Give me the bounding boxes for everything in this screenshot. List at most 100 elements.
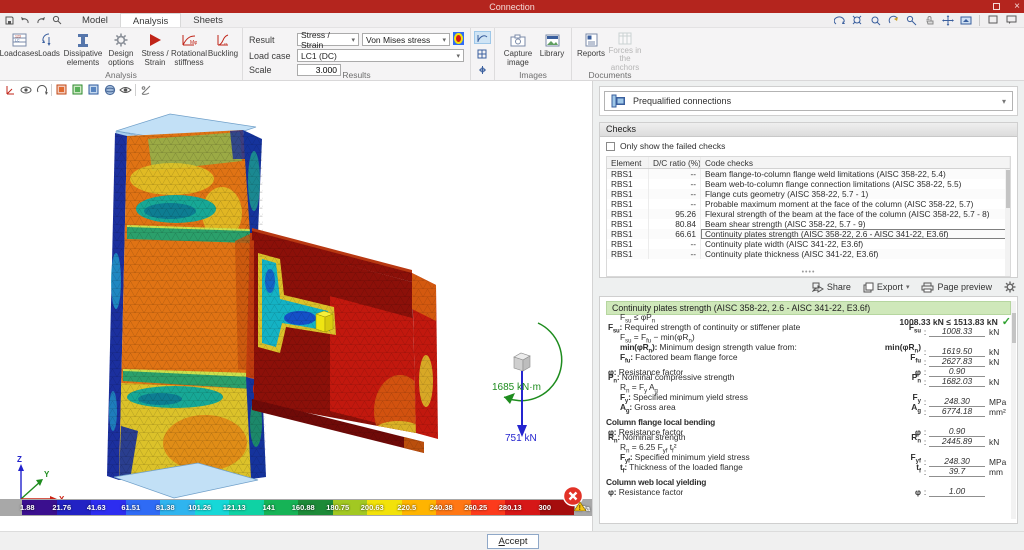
failed-checks-label: Only show the failed checks (620, 141, 725, 151)
checks-table: Element D/C ratio (%) Code checks RBS1--… (606, 156, 1011, 277)
search-icon[interactable] (52, 15, 62, 25)
reports-button[interactable]: Reports (576, 30, 606, 72)
check-failed-badge[interactable]: ! (561, 485, 587, 511)
checks-scrollbar[interactable] (1005, 169, 1010, 276)
save-icon[interactable] (5, 16, 14, 25)
check-row[interactable]: RBS1--Beam web-to-column flange connecti… (607, 179, 1010, 189)
zoom-cut-icon[interactable] (887, 14, 900, 26)
dissipative-elements-button[interactable]: Dissipative elements (64, 30, 102, 72)
check-detail-title: Continuity plates strength (AISC 358-22,… (606, 301, 1011, 315)
rotational-stiffness-icon: Mφ (181, 31, 197, 49)
ribbon-group-images: Capture image Library Images (495, 28, 572, 80)
buckling-button[interactable]: cr Buckling (208, 30, 238, 72)
check-row[interactable]: RBS1--Continuity plate width (AISC 341-2… (607, 239, 1010, 249)
eye-icon[interactable] (119, 83, 132, 96)
ribbon: 123LC Loadcases Loads Dissipative elemen… (0, 28, 1024, 81)
svg-text:!: ! (579, 505, 581, 511)
detail-scrollbar[interactable] (1011, 301, 1016, 519)
moment-label: 1685 kN·m (492, 382, 541, 393)
check-row[interactable]: RBS1--Flange cuts geometry (AISC 358-22,… (607, 189, 1010, 199)
design-options-button[interactable]: Design options (102, 30, 140, 72)
loads-button[interactable]: Loads (34, 30, 64, 72)
maximize-pane-icon[interactable] (987, 14, 1000, 26)
failed-checks-checkbox[interactable] (606, 142, 615, 151)
i-beam-icon (76, 31, 90, 49)
report-icon (585, 31, 598, 49)
plate-red-icon[interactable] (55, 83, 68, 96)
results-group-label: Results (243, 70, 470, 80)
angles-icon[interactable] (139, 83, 152, 96)
mesh-toggle-icon[interactable] (474, 47, 491, 60)
export-icon (863, 282, 874, 293)
tab-sheets[interactable]: Sheets (181, 13, 235, 27)
gear-icon (114, 31, 128, 49)
model-viewport[interactable]: Z Y X 1685 kN·m 751 kN 1.8821.7641.6361.… (0, 81, 592, 531)
rotate-view-icon[interactable] (833, 14, 846, 26)
supports-toggle-icon[interactable] (474, 64, 491, 77)
tab-analysis[interactable]: Analysis (120, 13, 181, 27)
printer-icon (921, 282, 934, 293)
result-type-select[interactable]: Stress / Strain▾ (297, 33, 359, 46)
viewport-toolbar (3, 83, 152, 96)
detail-row: tf: Thickness of the loaded flangetf:39.… (606, 467, 1011, 477)
checks-table-body: RBS1--Beam flange-to-column flange weld … (607, 169, 1010, 259)
plate-blue-icon[interactable] (87, 83, 100, 96)
rotational-stiffness-button[interactable]: Mφ Rotational stiffness (170, 30, 208, 72)
export-button[interactable]: Export▾ (863, 282, 910, 293)
images-group-label: Images (495, 70, 571, 80)
check-row[interactable]: RBS1--Continuity plate thickness (AISC 3… (607, 249, 1010, 259)
check-row[interactable]: RBS1--Probable maximum moment at the fac… (607, 199, 1010, 209)
color-scale-icon[interactable] (453, 32, 464, 47)
stress-strain-button[interactable]: Stress / Strain (140, 30, 170, 72)
column-web-face (119, 130, 253, 480)
loadcases-icon: 123LC (12, 31, 27, 49)
undo-icon[interactable] (20, 16, 30, 25)
close-window-icon[interactable]: × (1014, 0, 1020, 13)
stress-color-scale: 1.8821.7641.6361.5181.38101.26121.131411… (0, 499, 592, 516)
load-node-cube (514, 353, 530, 371)
force-arrow (517, 371, 527, 437)
share-button[interactable]: Share (812, 282, 851, 293)
restore-window-icon[interactable] (993, 3, 1000, 10)
window-title: Connection (0, 2, 1024, 12)
buckling-icon: cr (216, 31, 230, 49)
zoom-extents-icon[interactable] (851, 14, 864, 26)
connection-type-select[interactable]: Prequalified connections ▾ (604, 91, 1013, 111)
table-resize-handle[interactable]: •••• (607, 270, 1010, 276)
orbit-icon[interactable] (19, 83, 32, 96)
move-icon[interactable] (941, 14, 954, 26)
deformed-shape-icon[interactable] (474, 31, 491, 44)
result-value-select[interactable]: Von Mises stress▾ (362, 33, 450, 46)
check-row[interactable]: RBS180.84Beam shear strength (AISC 358-2… (607, 219, 1010, 229)
check-row[interactable]: RBS195.26Flexural strength of the beam a… (607, 209, 1010, 219)
rotate-model-icon[interactable] (35, 83, 48, 96)
check-row[interactable]: RBS1--Beam flange-to-column flange weld … (607, 169, 1010, 179)
capture-image-button[interactable]: Capture image (499, 30, 537, 72)
sphere-icon[interactable] (103, 83, 116, 96)
ribbon-group-results: Result Stress / Strain▾ Von Mises stress… (243, 28, 471, 80)
feedback-icon[interactable] (1005, 14, 1018, 26)
page-preview-button[interactable]: Page preview (921, 282, 992, 293)
report-settings-button[interactable] (1004, 281, 1016, 293)
accept-button[interactable]: Accept (487, 534, 539, 549)
pan-icon[interactable] (923, 14, 936, 26)
load-case-label: Load case (249, 51, 291, 61)
loadcases-button[interactable]: 123LC Loadcases (4, 30, 34, 72)
ribbon-group-documents: Reports Forces in the anchors Documents (572, 28, 648, 80)
plate-green-icon[interactable] (71, 83, 84, 96)
documents-group-label: Documents (572, 70, 648, 80)
check-row[interactable]: RBS166.61Continuity plates strength (AIS… (607, 229, 1010, 239)
run-analysis-icon (148, 31, 162, 49)
library-icon (545, 31, 560, 49)
magnifier-icon[interactable] (905, 14, 918, 26)
axes-triad-icon[interactable] (3, 83, 16, 96)
connection-type-label: Prequalified connections (633, 96, 731, 106)
forces-in-anchors-button: Forces in the anchors (606, 30, 644, 72)
library-button[interactable]: Library (537, 30, 567, 72)
fit-view-icon[interactable] (959, 14, 972, 26)
result-label: Result (249, 35, 291, 45)
redo-icon[interactable] (36, 16, 46, 25)
zoom-window-icon[interactable] (869, 14, 882, 26)
tab-model[interactable]: Model (70, 13, 120, 27)
load-case-select[interactable]: LC1 (DC)▾ (297, 49, 464, 62)
